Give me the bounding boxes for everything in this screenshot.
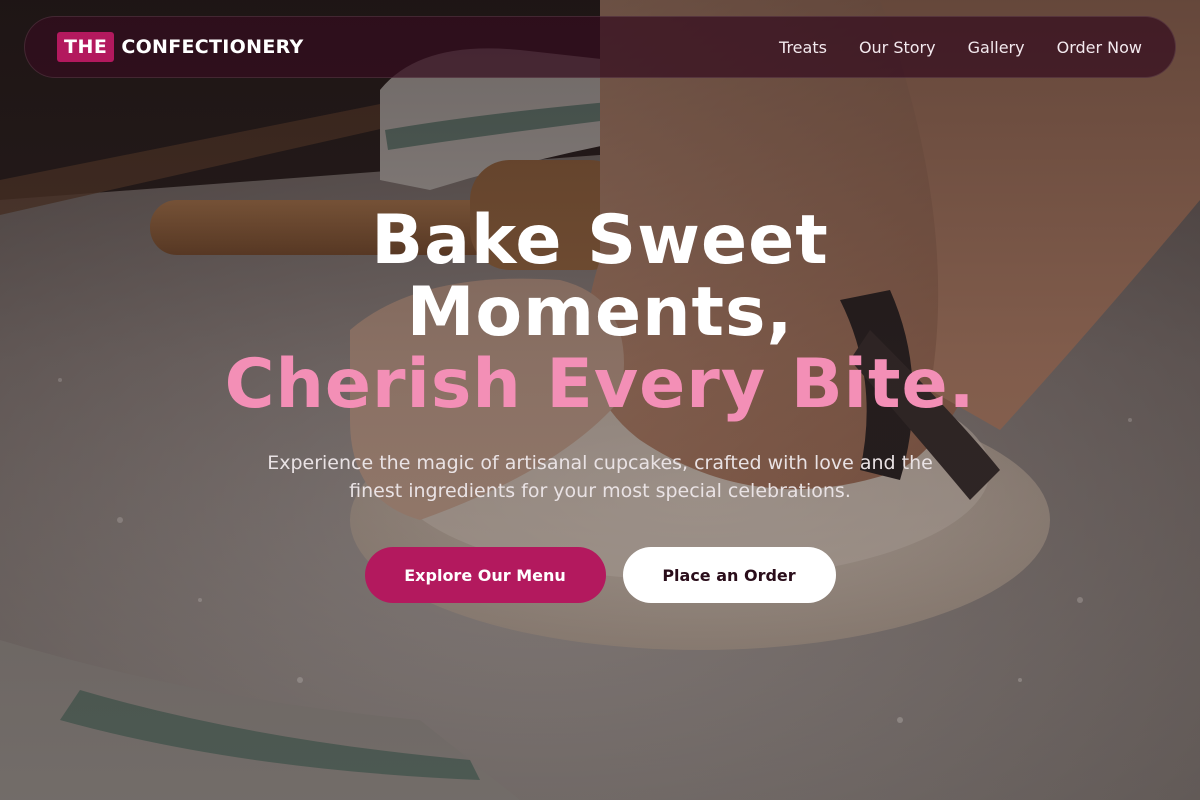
hero-headline: Bake Sweet Moments, Cherish Every Bite. bbox=[0, 205, 1200, 421]
place-order-button[interactable]: Place an Order bbox=[622, 547, 836, 603]
hero-section: Bake Sweet Moments, Cherish Every Bite. … bbox=[0, 205, 1200, 603]
hero-subtext: Experience the magic of artisanal cupcak… bbox=[267, 452, 933, 502]
headline-line-1: Bake Sweet bbox=[371, 201, 829, 280]
nav-link-order-now[interactable]: Order Now bbox=[1057, 38, 1142, 57]
nav-link-treats[interactable]: Treats bbox=[779, 38, 827, 57]
nav-link-gallery[interactable]: Gallery bbox=[968, 38, 1025, 57]
hero-actions: Explore Our Menu Place an Order bbox=[0, 547, 1200, 603]
headline-accent: Cherish Every Bite. bbox=[224, 345, 976, 424]
logo-wordmark: CONFECTIONERY bbox=[121, 36, 304, 58]
nav-link-our-story[interactable]: Our Story bbox=[859, 38, 936, 57]
top-navigation-bar: THE CONFECTIONERY Treats Our Story Galle… bbox=[24, 16, 1176, 78]
logo-prefix: THE bbox=[57, 32, 115, 62]
headline-line-2: Moments, bbox=[406, 273, 794, 352]
brand-logo[interactable]: THE CONFECTIONERY bbox=[57, 32, 304, 62]
explore-menu-button[interactable]: Explore Our Menu bbox=[364, 547, 606, 603]
nav-links: Treats Our Story Gallery Order Now bbox=[779, 38, 1142, 57]
